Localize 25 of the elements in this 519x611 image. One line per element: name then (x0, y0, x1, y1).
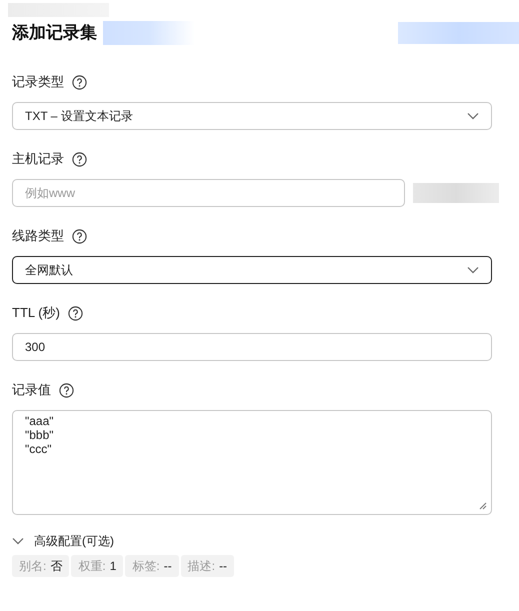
advanced-toggle[interactable]: 高级配置(可选) (12, 532, 114, 550)
field-label: 记录类型 (12, 73, 64, 92)
config-tag: 标签: -- (125, 555, 179, 577)
field-label: 记录值 (12, 381, 51, 400)
field-label: 线路类型 (12, 227, 64, 246)
record-value-field[interactable]: "aaa" "bbb" "ccc" (12, 410, 492, 515)
text-field[interactable]: 300 (12, 333, 492, 361)
config-tag: 别名: 否 (12, 555, 70, 577)
select-field[interactable]: 全网默认 (12, 256, 492, 284)
field-label: 主机记录 (12, 150, 64, 168)
help-icon[interactable] (72, 152, 87, 166)
text-field[interactable]: 例如www (12, 179, 405, 207)
resize-handle-icon[interactable] (479, 502, 487, 510)
chevron-down-icon (467, 112, 479, 120)
config-tag: 描述: -- (180, 555, 234, 577)
help-icon[interactable] (72, 228, 87, 244)
help-icon[interactable] (68, 306, 83, 320)
dialog-title: 添加记录集 (12, 22, 97, 44)
config-tag: 权重: 1 (71, 555, 124, 577)
field-label: TTL (秒) (12, 304, 60, 322)
help-icon[interactable] (72, 74, 87, 90)
chevron-down-icon (12, 537, 24, 545)
select-field[interactable]: TXT – 设置文本记录 (12, 102, 492, 130)
help-icon[interactable] (59, 382, 74, 398)
chevron-down-icon (467, 266, 479, 274)
